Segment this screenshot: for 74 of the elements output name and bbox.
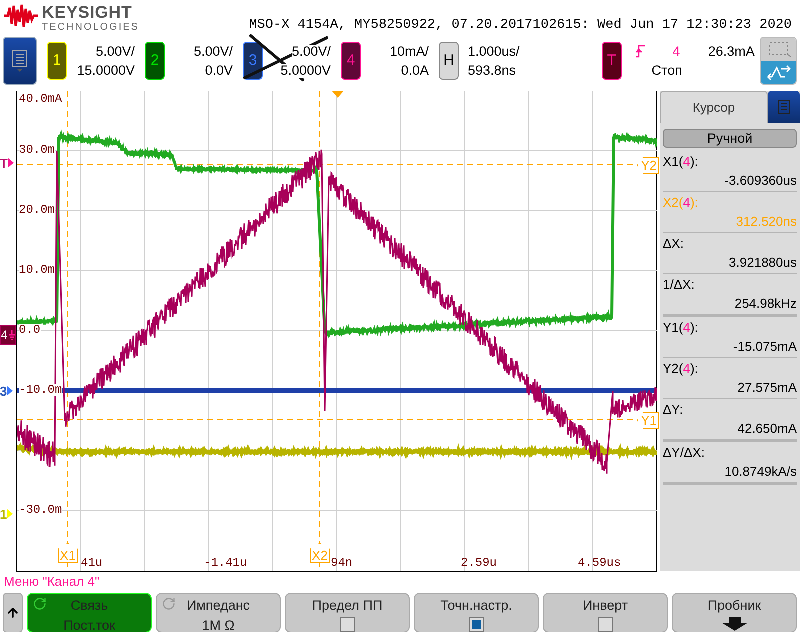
run-status: Стоп: [652, 64, 684, 78]
channel-marker[interactable]: T: [0, 156, 8, 170]
channel-scale: 5.00V/: [292, 44, 331, 58]
softkey-button[interactable]: Точн.настр.: [414, 593, 539, 632]
reading-value: -15.075mA: [733, 338, 797, 356]
softkey-button[interactable]: Инверт: [543, 593, 668, 632]
reading-value: 42.650mA: [738, 420, 797, 438]
knob-icon: [162, 597, 176, 611]
reading-label: Y1(4):: [663, 319, 700, 337]
softkey-button[interactable]: Импеданс 1M Ω: [156, 593, 281, 632]
reading-value: 254.98kHz: [734, 295, 797, 313]
up-arrow-icon: [6, 606, 20, 620]
reading-label: Y2(4):: [663, 360, 700, 378]
axis-label: 4.59us: [578, 557, 622, 569]
brand-name: KEYSIGHT: [42, 4, 134, 21]
time-delay: 593.8ns: [468, 64, 518, 78]
trigger-position-icon: [332, 91, 344, 98]
time-scale: 1.000us/: [468, 44, 520, 58]
channel-scale: 5.00V/: [194, 44, 233, 58]
softkey-button[interactable]: Предел ПП: [285, 593, 410, 632]
reading-value: 312.520ns: [736, 213, 797, 231]
rising-edge-icon: [636, 44, 645, 58]
reading-label: ΔY/ΔX:: [663, 444, 706, 462]
reading-value: -3.609360us: [724, 172, 797, 190]
down-arrow-icon: [722, 616, 748, 630]
channel-marker[interactable]: 3: [0, 384, 8, 398]
softkey-button[interactable]: Пробник: [672, 593, 797, 632]
channel-badge[interactable]: 1: [47, 42, 67, 80]
channel-scale: 5.00V/: [96, 44, 135, 58]
channel-offset: 5.0000V: [280, 64, 331, 78]
channel-badge[interactable]: 3: [243, 42, 263, 80]
axis-label: -30.0m: [19, 504, 62, 516]
reading-value: 3.921880us: [729, 254, 797, 272]
mode-button[interactable]: Ручной: [663, 129, 797, 148]
axis-label: 2.59u: [461, 557, 498, 569]
channel-badge[interactable]: 4: [341, 42, 361, 80]
axis-label: 94n: [331, 557, 353, 569]
axis-label: 10.0m: [19, 264, 56, 276]
menu-title: Меню "Канал 4": [3, 575, 101, 591]
panel-tab[interactable]: Курсор: [660, 91, 768, 123]
list-icon: [778, 100, 790, 114]
axis-label: 41u: [81, 557, 103, 569]
channel-scale: 10mA/: [390, 44, 429, 58]
reading-label: ΔY:: [663, 401, 684, 419]
reading-value: 10.8749kA/s: [724, 463, 797, 481]
channel-offset: 0.0A: [401, 64, 429, 78]
reading-label: X1(4):: [663, 153, 700, 171]
channel-offset: 0.0V: [205, 64, 233, 78]
trigger-level: 26.3mA: [708, 44, 755, 58]
axis-label: 20.0m: [19, 204, 56, 216]
window-title: MSO-X 4154A, MY58250922, 07.20.2017102615: Wed Jun 17 12:30:23 2020: [249, 17, 792, 35]
back-button[interactable]: [3, 593, 23, 632]
knob-icon: [33, 597, 47, 611]
trigger-source: 4: [672, 44, 680, 58]
list-icon: [12, 50, 28, 72]
zoom-mode-button[interactable]: [760, 37, 797, 85]
brand-subtitle: TECHNOLOGIES: [42, 23, 140, 33]
axis-label: -1.41u: [204, 557, 248, 569]
menu-button[interactable]: [3, 37, 37, 85]
reading-label: ΔX:: [663, 235, 685, 253]
axis-label: 40.0mA: [19, 93, 62, 105]
reading-label: 1/ΔX:: [663, 276, 696, 294]
channel-marker[interactable]: 4: [0, 325, 16, 345]
logo-icon: [4, 4, 38, 28]
channel-badge[interactable]: 2: [145, 42, 165, 80]
trigger-badge[interactable]: T: [602, 42, 622, 80]
waveform-arrows-icon: [766, 64, 792, 80]
reading-label: X2(4):: [663, 194, 700, 212]
axis-label: -10.0m: [19, 384, 62, 396]
channel-offset: 15.0000V: [77, 64, 135, 78]
reading-value: 27.575mA: [738, 379, 797, 397]
horizontal-badge[interactable]: H: [439, 42, 459, 80]
axis-label: 0.0: [19, 324, 41, 336]
axis-label: 30.0m: [19, 144, 56, 156]
